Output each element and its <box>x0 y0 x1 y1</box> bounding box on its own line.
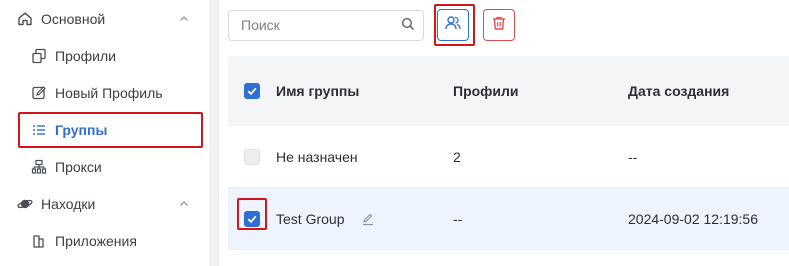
check-icon <box>247 215 257 223</box>
table-row[interactable]: Test Group -- 2024-09-02 12:19:56 <box>228 188 789 250</box>
groups-table: Имя группы Профили Дата создания Не назн… <box>228 56 789 250</box>
sidebar-item-new-profile[interactable]: Новый Профиль <box>0 74 210 111</box>
sidebar-item-groups[interactable]: Группы <box>0 111 210 148</box>
row-checkbox[interactable] <box>244 210 260 227</box>
sidebar-section-label: Находки <box>41 195 96 212</box>
search-placeholder: Поиск <box>241 17 280 33</box>
group-name: Не назначен <box>276 148 358 165</box>
edit-square-icon <box>31 85 47 101</box>
column-header-profiles[interactable]: Профили <box>453 83 628 99</box>
header-checkbox-cell <box>228 83 276 99</box>
select-all-checkbox[interactable] <box>244 83 260 99</box>
search-input[interactable]: Поиск <box>228 9 424 41</box>
cell-created: -- <box>628 148 638 165</box>
assign-group-button[interactable] <box>437 9 469 41</box>
chevron-up-icon[interactable] <box>178 13 190 25</box>
sidebar-item-proxy[interactable]: Прокси <box>0 148 210 185</box>
pencil-icon[interactable] <box>361 212 375 226</box>
cell-created: 2024-09-02 12:19:56 <box>628 210 758 227</box>
row-checkbox <box>244 148 260 165</box>
trash-icon <box>491 15 507 36</box>
list-icon <box>31 122 47 138</box>
table-row[interactable]: Не назначен 2 -- <box>228 126 789 188</box>
sidebar-section-finds[interactable]: Находки <box>0 185 210 222</box>
row-checkbox-cell <box>228 148 276 165</box>
cell-group-name: Test Group <box>276 211 453 227</box>
cell-profiles: 2 <box>453 148 461 165</box>
cell-profiles: -- <box>453 210 463 227</box>
search-icon <box>401 17 415 34</box>
users-icon <box>444 14 462 37</box>
home-icon <box>17 11 33 27</box>
group-name: Test Group <box>276 210 345 227</box>
apps-icon <box>31 233 47 249</box>
sidebar-section-label: Основной <box>41 10 106 27</box>
planet-icon <box>17 196 33 212</box>
chevron-up-icon[interactable] <box>178 198 190 210</box>
app-root: Основной Профили Новый Профиль Группы Пр… <box>0 0 789 266</box>
sidebar-item-label: Приложения <box>55 232 137 249</box>
network-icon <box>31 159 47 175</box>
row-checkbox-cell <box>228 197 276 230</box>
cell-group-name: Не назначен <box>276 149 453 165</box>
delete-button[interactable] <box>483 9 515 41</box>
column-header-name[interactable]: Имя группы <box>276 83 453 99</box>
sidebar-item-label: Новый Профиль <box>55 84 163 101</box>
sidebar-item-label: Прокси <box>55 158 102 175</box>
sidebar-item-label: Группы <box>55 121 108 138</box>
profiles-icon <box>31 48 47 64</box>
sidebar-section-main[interactable]: Основной <box>0 0 210 37</box>
table-header: Имя группы Профили Дата создания <box>228 56 789 126</box>
sidebar-item-label: Профили <box>55 47 116 64</box>
sidebar-item-apps[interactable]: Приложения <box>0 222 210 259</box>
sidebar: Основной Профили Новый Профиль Группы Пр… <box>0 0 211 266</box>
column-header-created[interactable]: Дата создания <box>628 83 789 99</box>
check-icon <box>247 87 257 96</box>
sidebar-divider <box>211 0 219 266</box>
main-content: Поиск Имя группы Профили Дата создания Н… <box>219 0 789 266</box>
toolbar: Поиск <box>228 4 515 46</box>
sidebar-item-profiles[interactable]: Профили <box>0 37 210 74</box>
